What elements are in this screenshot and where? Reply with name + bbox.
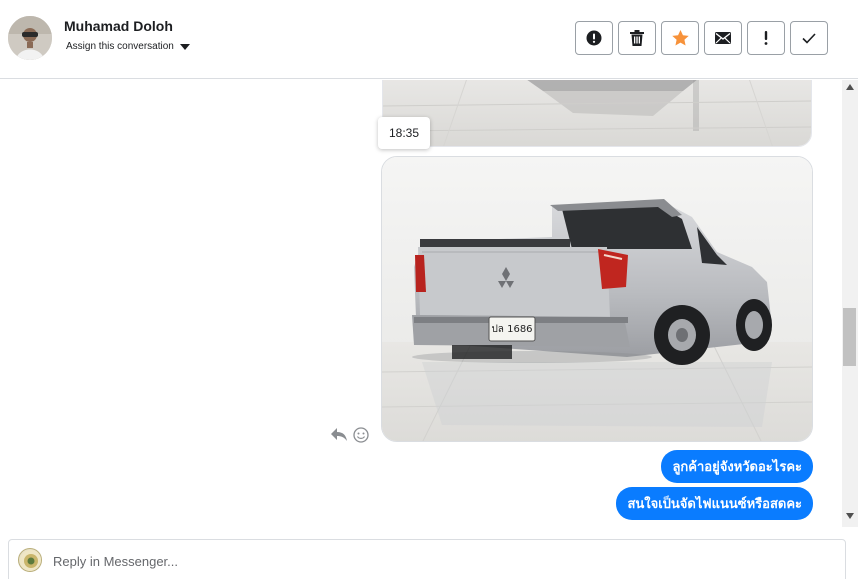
- thread-scrollbar[interactable]: [842, 80, 858, 527]
- react-icon[interactable]: [353, 427, 369, 443]
- message-thread[interactable]: 18:35 ปล 1686 ลูกค้าอยู่จังหวัดอะไรคะ สน…: [0, 80, 842, 527]
- spam-button[interactable]: [575, 21, 613, 55]
- conversation-actions: [575, 21, 828, 55]
- assign-conversation-dropdown[interactable]: Assign this conversation: [66, 41, 190, 52]
- contact-name: Muhamad Doloh: [64, 18, 173, 34]
- assign-label: Assign this conversation: [66, 41, 174, 52]
- check-icon: [802, 32, 816, 44]
- scroll-down-icon[interactable]: [846, 513, 854, 519]
- message-actions: [331, 427, 369, 443]
- avatar[interactable]: [8, 16, 52, 60]
- conversation-header: Muhamad Doloh Assign this conversation: [0, 0, 858, 79]
- mark-done-button[interactable]: [790, 21, 828, 55]
- scrollbar-thumb[interactable]: [843, 308, 856, 366]
- alert-circle-icon: [586, 30, 602, 46]
- page-avatar: [18, 548, 42, 572]
- reply-composer: [8, 539, 846, 579]
- reply-input[interactable]: [53, 550, 753, 572]
- mark-unread-button[interactable]: [704, 21, 742, 55]
- message-bubble[interactable]: ลูกค้าอยู่จังหวัดอะไรคะ: [661, 450, 813, 483]
- trash-icon: [630, 30, 644, 46]
- scroll-up-icon[interactable]: [846, 84, 854, 90]
- follow-up-button[interactable]: [747, 21, 785, 55]
- caret-down-icon: [179, 43, 190, 50]
- delete-button[interactable]: [618, 21, 656, 55]
- message-timestamp: 18:35: [378, 117, 430, 149]
- envelope-icon: [715, 32, 731, 44]
- star-button[interactable]: [661, 21, 699, 55]
- reply-icon[interactable]: [331, 428, 347, 442]
- star-icon: [671, 30, 689, 46]
- car-photo[interactable]: ปล 1686: [381, 156, 813, 442]
- message-bubble[interactable]: สนใจเป็นจัดไฟแนนซ์หรือสดคะ: [616, 487, 813, 520]
- exclamation-icon: [764, 31, 768, 45]
- car-photo-previous[interactable]: [382, 80, 812, 147]
- license-plate-text: ปล 1686: [491, 324, 532, 335]
